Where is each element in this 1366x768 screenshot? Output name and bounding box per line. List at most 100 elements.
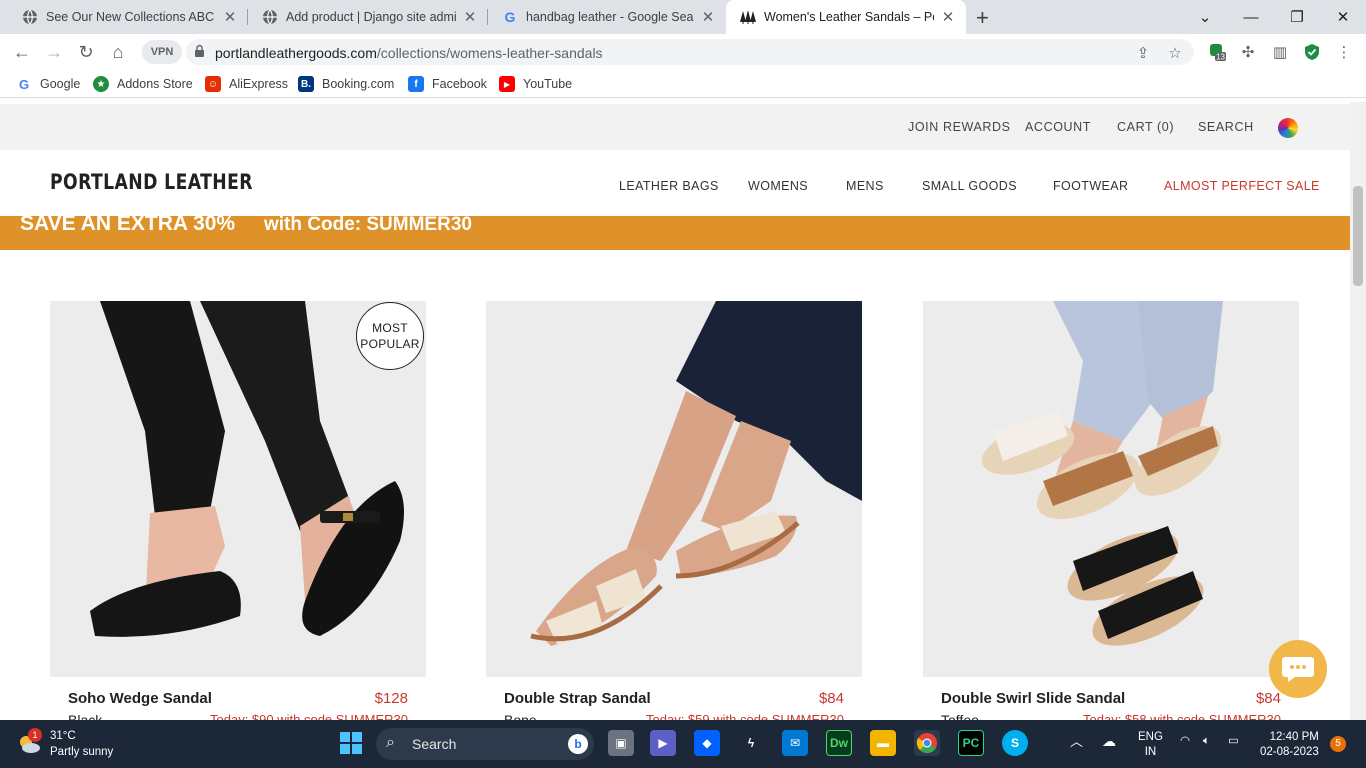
forward-icon[interactable]: → [42,40,66,64]
bookmark-aliexpress[interactable]: ☺ AliExpress [205,76,288,92]
product-name[interactable]: Double Swirl Slide Sandal [941,690,1125,707]
close-tab-icon[interactable]: ✕ [940,8,956,26]
tab-portland-leather[interactable]: Women's Leather Sandals – Portland Leath… [726,0,966,34]
weather-widget[interactable]: 31°C Partly sunny [50,728,113,760]
close-tab-icon[interactable]: ✕ [222,8,238,26]
cart-link[interactable]: CART (0) [1117,120,1174,134]
maximize-icon[interactable]: ❐ [1274,0,1320,34]
product-card[interactable]: Double Strap Sandal $84 Bone Today: $59 … [486,301,862,720]
product-name[interactable]: Soho Wedge Sandal [68,690,212,707]
country-selector-icon[interactable] [1278,118,1298,138]
language-code: ENG [1138,731,1163,743]
tab-see-our-new-collections[interactable]: See Our New Collections ABC STORE ✕ [8,0,248,34]
weather-temp: 31°C [50,730,76,742]
badge-line: POPULAR [360,337,420,351]
new-tab-button[interactable]: + [976,5,989,31]
notification-badge[interactable]: 5 [1330,736,1346,752]
bookmark-label: Booking.com [322,77,395,91]
onedrive-cloud-icon[interactable]: ☁ [1102,734,1116,749]
battery-icon[interactable]: ▭ [1228,734,1239,749]
app-lightning-icon[interactable]: ϟ [738,730,764,756]
booking-icon: B. [298,76,314,92]
skype-icon[interactable]: S [1002,730,1028,756]
tab-google-search[interactable]: G handbag leather - Google Search ✕ [488,0,726,34]
product-card[interactable]: Double Swirl Slide Sandal $84 Toffee Tod… [923,301,1299,720]
wifi-icon[interactable]: ◠ [1180,734,1190,749]
trees-icon [740,9,756,25]
task-view-icon[interactable]: ▣ [608,730,634,756]
product-price: $84 [1255,690,1281,707]
bookmark-facebook[interactable]: f Facebook [408,76,487,92]
lock-icon [195,44,204,57]
file-explorer-icon[interactable]: ▬ [870,730,896,756]
product-discount: Today: $59 with code SUMMER30 [646,712,844,720]
tray-chevron-up-icon[interactable]: ︿ [1070,734,1083,749]
shield-icon[interactable] [1302,42,1322,62]
sandal-photo [923,301,1299,677]
join-rewards-link[interactable]: JOIN REWARDS [908,120,1011,134]
close-tab-icon[interactable]: ✕ [700,8,716,26]
dropbox-icon[interactable]: ◆ [694,730,720,756]
nav-almost-perfect-sale[interactable]: ALMOST PERFECT SALE [1164,179,1320,193]
product-image[interactable]: MOST POPULAR [50,301,426,677]
tab-search-icon[interactable]: ⌄ [1182,0,1228,34]
pycharm-icon[interactable]: PC [958,730,984,756]
vpn-button[interactable]: VPN [142,40,182,64]
bookmark-booking[interactable]: B. Booking.com [298,76,394,92]
product-image[interactable] [923,301,1299,677]
teams-chat-icon[interactable]: ▶ [650,730,676,756]
globe-icon [262,9,278,25]
share-icon[interactable]: ⇪ [1134,44,1152,62]
utility-bar: JOIN REWARDS ACCOUNT CART (0) SEARCH [0,104,1350,150]
volume-icon[interactable]: 🔈︎ [1203,734,1210,749]
close-window-icon[interactable]: ✕ [1320,0,1366,34]
side-panel-icon[interactable]: ▥ [1270,42,1290,62]
dreamweaver-icon[interactable]: Dw [826,730,852,756]
bookmark-label: YouTube [523,77,573,91]
bing-icon[interactable]: b [568,734,588,754]
bookmark-label: Google [40,77,81,91]
mail-icon[interactable]: ✉ [782,730,808,756]
url-text: portlandleathergoods.com/collections/wom… [215,45,603,61]
address-bar[interactable]: portlandleathergoods.com/collections/wom… [186,39,1194,65]
tab-django-admin[interactable]: Add product | Django site admin ✕ [248,0,488,34]
product-name[interactable]: Double Strap Sandal [504,690,651,707]
promo-banner[interactable]: SAVE AN EXTRA 30% with Code: SUMMER30 [0,216,1350,250]
minimize-icon[interactable]: — [1228,0,1274,34]
nav-footwear[interactable]: FOOTWEAR [1053,179,1128,193]
home-icon[interactable]: ⌂ [106,40,130,64]
bookmark-youtube[interactable]: ▶ YouTube [499,76,572,92]
extensions-puzzle-icon[interactable]: ✣ [1238,42,1258,62]
site-logo[interactable]: PORTLAND LEATHER [50,170,253,194]
addons-store-icon: ★ [93,76,109,92]
promo-code-text: with Code: SUMMER30 [264,216,472,235]
product-card[interactable]: MOST POPULAR Soho Wedge Sandal $128 Blac… [50,301,426,720]
page-scrollbar[interactable] [1350,102,1366,720]
nav-womens[interactable]: WOMENS [748,179,808,193]
clock[interactable]: 12:40 PM 02-08-2023 [1260,730,1319,760]
nav-small-goods[interactable]: SMALL GOODS [922,179,1017,193]
region-code: IN [1144,746,1157,758]
search-label: Search [412,736,457,752]
menu-kebab-icon[interactable]: ⋮ [1334,42,1354,62]
taskbar-search[interactable]: ⌕ Search b [376,728,594,760]
scrollbar-thumb[interactable] [1353,186,1363,286]
weather-sun-cloud-icon[interactable]: 1 [16,728,42,756]
reload-icon[interactable]: ↻ [74,40,98,64]
chat-button[interactable] [1269,640,1327,698]
nav-mens[interactable]: MENS [846,179,884,193]
back-icon[interactable]: ← [10,40,34,64]
bookmark-google[interactable]: G Google [16,76,80,92]
tab-strip: See Our New Collections ABC STORE ✕ Add … [0,0,1366,34]
bookmark-star-icon[interactable]: ☆ [1166,44,1184,62]
language-indicator[interactable]: ENG IN [1138,730,1163,760]
search-link[interactable]: SEARCH [1198,120,1254,134]
close-tab-icon[interactable]: ✕ [462,8,478,26]
nav-leather-bags[interactable]: LEATHER BAGS [619,179,719,193]
extension-icon[interactable]: 13 [1207,42,1227,62]
account-link[interactable]: ACCOUNT [1025,120,1091,134]
windows-start-icon[interactable] [338,730,364,756]
product-image[interactable] [486,301,862,677]
chrome-icon[interactable] [914,730,940,756]
bookmark-addons-store[interactable]: ★ Addons Store [93,76,193,92]
